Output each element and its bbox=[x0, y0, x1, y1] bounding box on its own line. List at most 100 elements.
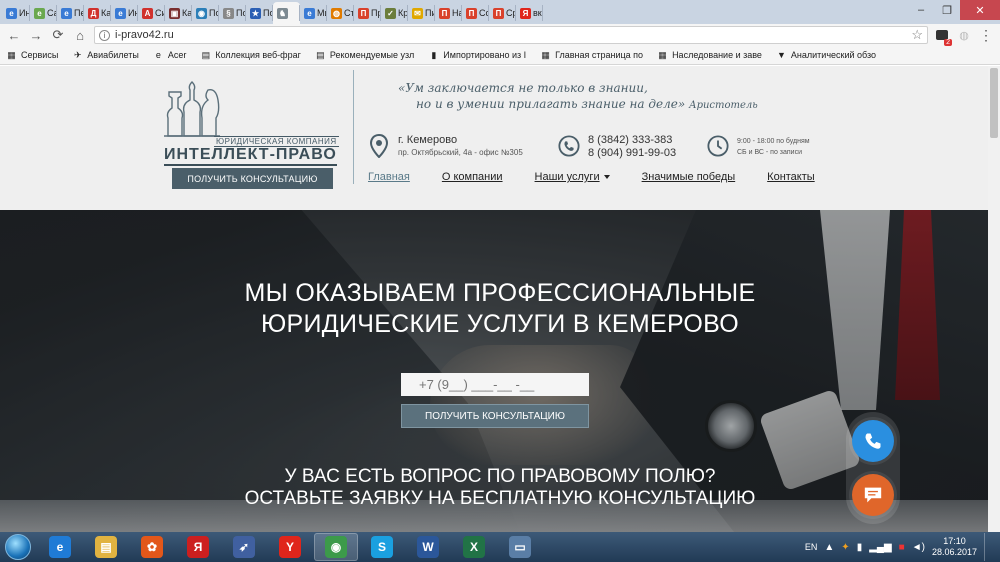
scrollbar-thumb[interactable] bbox=[990, 68, 998, 138]
forward-button[interactable]: → bbox=[28, 27, 44, 43]
browser-tab[interactable]: ✓Кра bbox=[381, 2, 408, 24]
nav-link[interactable]: Главная bbox=[368, 171, 410, 183]
browser-tab[interactable]: e Ин bbox=[111, 2, 138, 24]
tab-favicon-icon: ✓ bbox=[385, 7, 396, 19]
browser-tab[interactable]: ДКал bbox=[84, 2, 111, 24]
taskbar-app-game[interactable]: ✿ bbox=[130, 533, 174, 561]
reload-button[interactable]: ⟳ bbox=[50, 27, 66, 43]
nav-link-label: О компании bbox=[441, 171, 503, 183]
tab-favicon-icon: ★ bbox=[250, 7, 261, 19]
tab-title: Пис bbox=[425, 8, 435, 18]
volume-icon[interactable]: ◄) bbox=[912, 542, 925, 553]
phone-number-1[interactable]: 8 (3842) 333-383 bbox=[588, 134, 676, 147]
bookmark-item[interactable]: ▦ Главная страница по bbox=[540, 50, 643, 61]
taskbar-app-rocket[interactable]: ➶ bbox=[222, 533, 266, 561]
get-consultation-button[interactable]: ПОЛУЧИТЬ КОНСУЛЬТАЦИЮ bbox=[172, 168, 333, 189]
bookmark-icon: ▦ bbox=[541, 49, 550, 60]
page-scrollbar[interactable] bbox=[988, 66, 1000, 532]
nav-link[interactable]: Наши услуги bbox=[535, 171, 610, 183]
nav-link[interactable]: Контакты bbox=[767, 171, 815, 183]
taskbar-app-yandex-market[interactable]: Я bbox=[176, 533, 220, 561]
callback-button[interactable] bbox=[852, 420, 894, 462]
bookmark-label: Рекомендуемые узл bbox=[329, 50, 415, 60]
browser-tabstrip: eИнeСамeПерДКалeИнАСит▣Как◉По§По★По♞eМи◍… bbox=[0, 0, 1000, 24]
working-hours-weekdays: 9:00 - 18:00 по будням bbox=[737, 138, 810, 145]
taskbar-app-yandex-browser[interactable]: Y bbox=[268, 533, 312, 561]
browser-tab[interactable]: ППра bbox=[354, 2, 381, 24]
maximize-button[interactable]: ❐ bbox=[934, 0, 960, 20]
taskbar-app-explorer[interactable]: ▤ bbox=[84, 533, 128, 561]
browser-tab[interactable]: ✉Пис bbox=[408, 2, 435, 24]
extension-icon[interactable]: ◍ bbox=[956, 27, 972, 43]
bookmark-item[interactable]: ▦ Наследование и заве bbox=[657, 50, 762, 61]
browser-tab[interactable]: АСит bbox=[138, 2, 165, 24]
tab-favicon-icon: e bbox=[115, 7, 126, 19]
bookmark-star-icon[interactable]: ☆ bbox=[911, 27, 923, 43]
bookmark-icon: ▦ bbox=[658, 49, 667, 60]
bookmark-item[interactable]: ▤ Коллекция веб-фраг bbox=[200, 50, 301, 61]
phone-input[interactable] bbox=[401, 373, 589, 396]
site-info-icon[interactable]: i bbox=[99, 29, 110, 41]
tab-favicon-icon: § bbox=[223, 7, 234, 19]
taskbar-app-picture[interactable]: ▭ bbox=[498, 533, 542, 561]
browser-tab[interactable]: eСам bbox=[30, 2, 57, 24]
browser-tab[interactable]: ПСре bbox=[489, 2, 516, 24]
taskbar-app-chrome[interactable]: ◉ bbox=[314, 533, 358, 561]
browser-tab[interactable]: § По bbox=[219, 2, 246, 24]
taskbar-app-word[interactable]: W bbox=[406, 533, 450, 561]
tray-app-icon[interactable]: ✦ bbox=[841, 542, 849, 553]
browser-tab[interactable]: ★ По bbox=[246, 2, 273, 24]
bookmark-item[interactable]: ▮ Импортировано из I bbox=[428, 50, 526, 61]
minimize-button[interactable]: – bbox=[908, 0, 934, 20]
address-url[interactable]: i-pravo42.ru bbox=[115, 29, 906, 41]
taskbar-app-skype[interactable]: S bbox=[360, 533, 404, 561]
browser-tab[interactable]: ♞ bbox=[273, 2, 300, 24]
windows-logo-icon bbox=[5, 534, 31, 560]
phone-number-2[interactable]: 8 (904) 991-99-03 bbox=[588, 147, 676, 160]
start-button[interactable] bbox=[0, 532, 36, 562]
browser-tab[interactable]: eМи bbox=[300, 2, 327, 24]
menu-icon[interactable]: ⋮ bbox=[978, 27, 994, 43]
hero-get-consultation-button[interactable]: ПОЛУЧИТЬ КОНСУЛЬТАЦИЮ bbox=[401, 404, 589, 428]
bookmark-icon: e bbox=[155, 50, 161, 60]
taskbar-app-ie[interactable]: e bbox=[38, 533, 82, 561]
bookmark-item[interactable]: ✈ Авиабилеты bbox=[72, 50, 139, 61]
browser-tab[interactable]: ▣Как bbox=[165, 2, 192, 24]
browser-tab[interactable]: Явкс bbox=[516, 2, 543, 24]
network-icon[interactable]: ▮ bbox=[857, 542, 863, 553]
tab-title: Сит bbox=[155, 8, 165, 18]
tab-favicon-icon: e bbox=[34, 7, 45, 19]
language-indicator[interactable]: EN bbox=[805, 542, 818, 552]
bookmark-item[interactable]: ▼ Аналитический обзо bbox=[776, 50, 876, 61]
contact-address: г. Кемерово пр. Октябрьский, 4а - офис №… bbox=[368, 134, 523, 158]
browser-tab[interactable]: ◉ По bbox=[192, 2, 219, 24]
yandex-market-icon: Я bbox=[187, 536, 209, 558]
clock-time: 17:10 bbox=[943, 536, 966, 546]
show-desktop-button[interactable] bbox=[984, 533, 992, 561]
tab-title: Нач bbox=[452, 8, 462, 18]
browser-tab[interactable]: ◍Сто bbox=[327, 2, 354, 24]
browser-tab[interactable]: ПНач bbox=[435, 2, 462, 24]
nav-link-label: Наши услуги bbox=[534, 171, 600, 183]
extension-icon[interactable]: 2 bbox=[934, 27, 952, 46]
bookmark-icon: ▦ bbox=[7, 49, 16, 60]
nav-link[interactable]: Значимые победы bbox=[642, 171, 736, 183]
chat-button[interactable] bbox=[852, 474, 894, 516]
close-window-button[interactable]: ✕ bbox=[960, 0, 1000, 20]
home-button[interactable]: ⌂ bbox=[72, 27, 88, 43]
address-bar[interactable]: i i-pravo42.ru ☆ bbox=[94, 26, 928, 44]
clock[interactable]: 17:10 28.06.2017 bbox=[932, 536, 977, 558]
excel-icon: X bbox=[463, 536, 485, 558]
browser-tab[interactable]: eПер bbox=[57, 2, 84, 24]
antivirus-icon[interactable]: ■ bbox=[899, 542, 905, 553]
bookmark-item[interactable]: e Acer bbox=[153, 50, 187, 61]
taskbar-app-excel[interactable]: X bbox=[452, 533, 496, 561]
tray-arrow-icon[interactable]: ▲ bbox=[824, 542, 834, 553]
browser-tab[interactable]: e Ин bbox=[2, 2, 30, 24]
bookmark-item[interactable]: ▤ Рекомендуемые узл bbox=[315, 50, 414, 61]
nav-link[interactable]: О компании bbox=[442, 171, 503, 183]
bookmark-item[interactable]: ▦ Сервисы bbox=[6, 50, 58, 61]
signal-icon[interactable]: ▂▄▆ bbox=[869, 542, 891, 553]
back-button[interactable]: ← bbox=[6, 27, 22, 43]
browser-tab[interactable]: ПСол bbox=[462, 2, 489, 24]
